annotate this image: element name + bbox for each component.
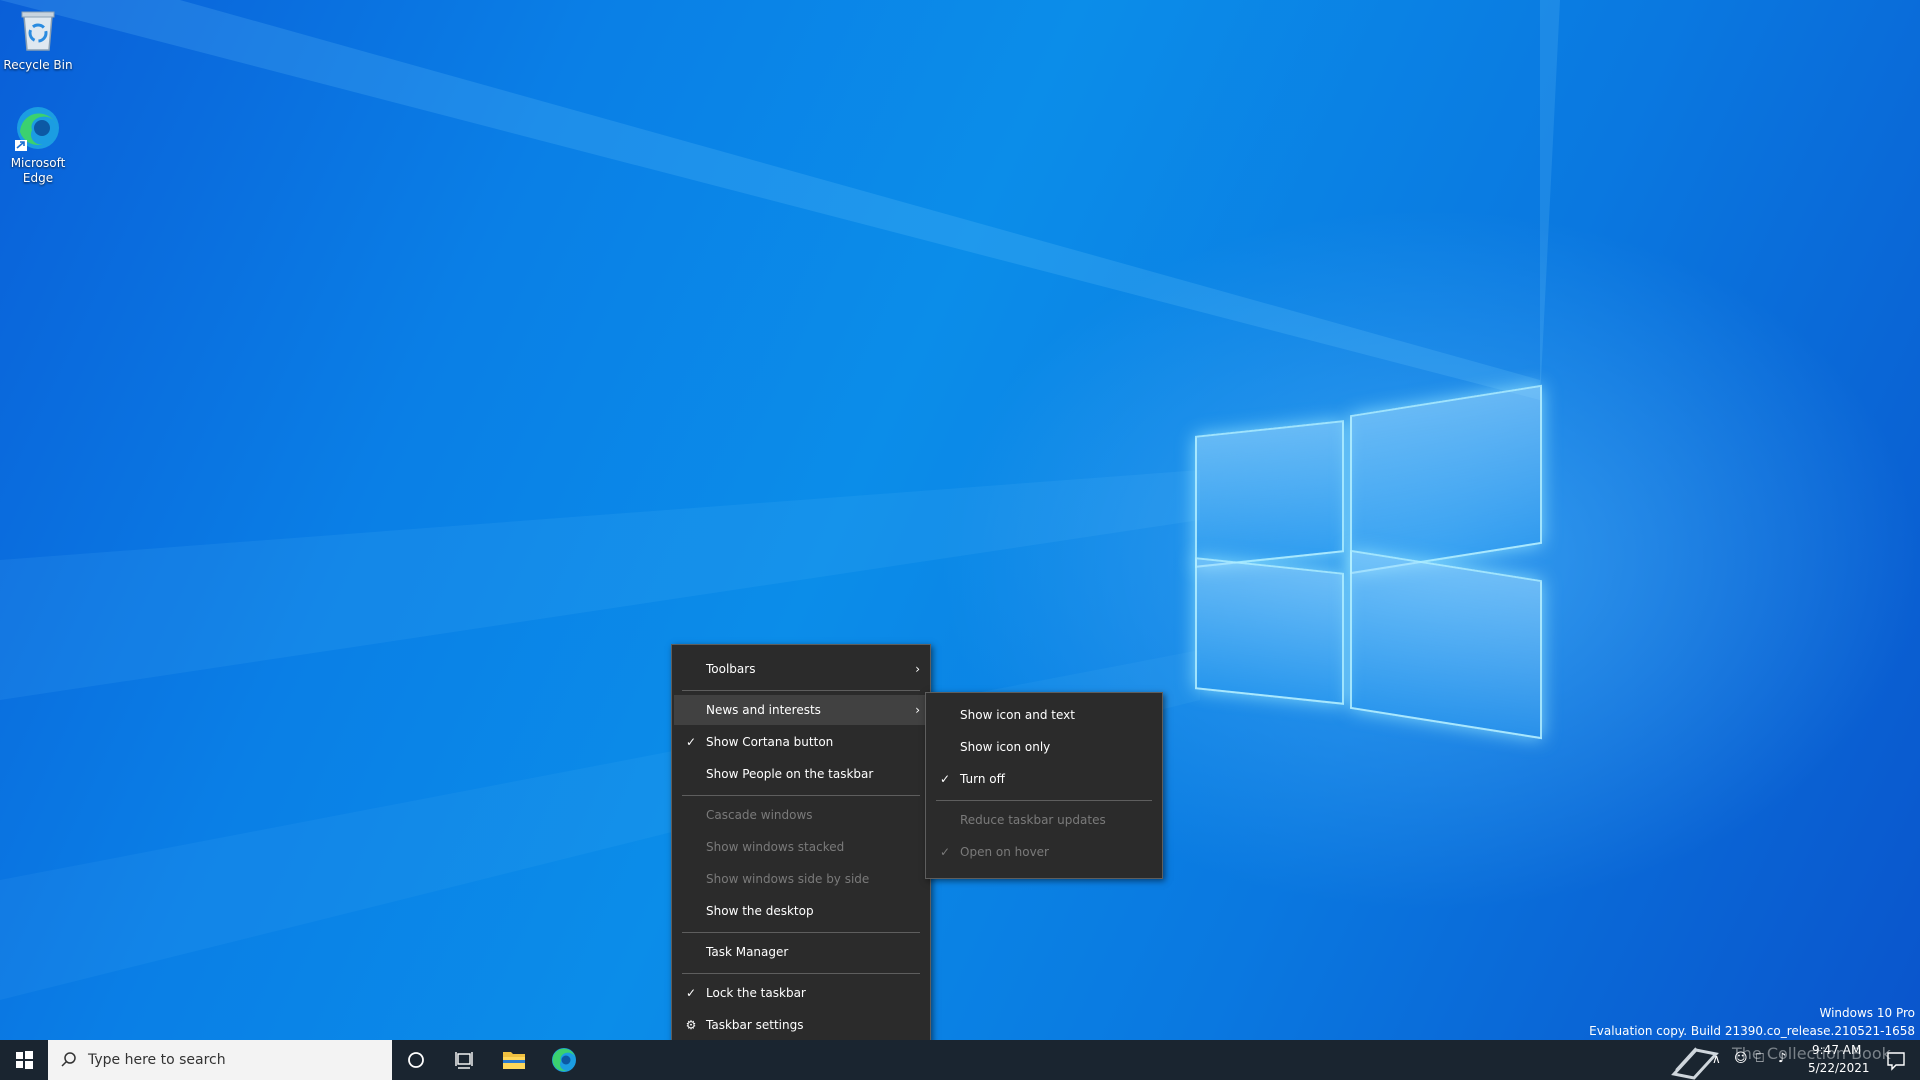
- menu-separator: [682, 795, 920, 796]
- menu-item-label: News and interests: [706, 703, 821, 717]
- checkmark-icon: ✓: [939, 772, 951, 786]
- menu-separator: [936, 800, 1152, 801]
- news-and-interests-submenu: Show icon and text Show icon only ✓ Turn…: [925, 692, 1163, 879]
- menu-item-taskbar-settings[interactable]: ⚙ Taskbar settings: [674, 1010, 928, 1040]
- file-explorer-button[interactable]: [490, 1040, 538, 1080]
- menu-item-label: Show windows side by side: [706, 872, 870, 886]
- action-center-button[interactable]: [1876, 1040, 1916, 1080]
- menu-item-label: Lock the taskbar: [706, 986, 806, 1000]
- search-placeholder: Type here to search: [88, 1052, 226, 1068]
- submenu-item-open-on-hover: ✓ Open on hover: [928, 837, 1160, 867]
- folder-icon: [503, 1052, 525, 1069]
- show-hidden-icons-button[interactable]: ∧: [1712, 1052, 1726, 1068]
- task-view-icon: [455, 1052, 473, 1069]
- menu-item-label: Show Cortana button: [706, 735, 834, 749]
- submenu-item-show-icon-only[interactable]: Show icon only: [928, 732, 1160, 762]
- clock-time: 9:47 AM: [1812, 1043, 1862, 1057]
- people-icon[interactable]: ☺: [1734, 1051, 1752, 1069]
- edition-watermark: Windows 10 Pro: [1819, 1006, 1915, 1020]
- checkmark-icon: ✓: [685, 986, 697, 1000]
- taskbar: Type here to search The Collection Book …: [0, 1040, 1920, 1080]
- windows-logo-pane-top-right: [1350, 384, 1542, 575]
- start-button[interactable]: [0, 1040, 48, 1080]
- network-icon[interactable]: ⎕: [1756, 1051, 1774, 1069]
- menu-item-label: Task Manager: [706, 945, 789, 959]
- notification-icon: [1887, 1052, 1905, 1071]
- menu-item-lock-the-taskbar[interactable]: ✓ Lock the taskbar: [674, 978, 928, 1008]
- menu-item-show-cortana-button[interactable]: ✓ Show Cortana button: [674, 727, 928, 757]
- menu-item-label: Show People on the taskbar: [706, 767, 874, 781]
- task-view-button[interactable]: [440, 1040, 488, 1080]
- menu-item-label: Show icon and text: [960, 708, 1075, 722]
- menu-item-cascade-windows: Cascade windows: [674, 800, 928, 830]
- windows-logo-pane-top-left: [1195, 420, 1344, 568]
- checkmark-icon: ✓: [685, 735, 697, 749]
- checkmark-icon: ✓: [939, 845, 951, 859]
- menu-item-label: Turn off: [960, 772, 1005, 786]
- edge-taskbar-button[interactable]: [540, 1040, 588, 1080]
- microsoft-edge-label: Microsoft Edge: [10, 156, 66, 185]
- menu-item-show-windows-side-by-side: Show windows side by side: [674, 864, 928, 894]
- menu-separator: [682, 973, 920, 974]
- cortana-circle-icon: [408, 1052, 424, 1068]
- search-input[interactable]: Type here to search: [48, 1040, 392, 1080]
- menu-item-label: Taskbar settings: [706, 1018, 804, 1032]
- menu-item-label: Show icon only: [960, 740, 1051, 754]
- menu-separator: [682, 932, 920, 933]
- microsoft-edge-shortcut[interactable]: Microsoft Edge: [0, 104, 76, 186]
- chevron-right-icon: ›: [915, 662, 920, 676]
- taskbar-context-menu: Toolbars › News and interests › ✓ Show C…: [671, 644, 931, 1040]
- gear-icon: ⚙: [685, 1018, 697, 1032]
- recycle-bin-icon: [14, 6, 62, 54]
- clock-date: 5/22/2021: [1808, 1061, 1870, 1075]
- chevron-right-icon: ›: [915, 703, 920, 717]
- windows-start-icon: [16, 1051, 33, 1069]
- menu-separator: [682, 690, 920, 691]
- cortana-button[interactable]: [392, 1040, 440, 1080]
- menu-item-label: Show the desktop: [706, 904, 814, 918]
- windows-logo-pane-bottom-left: [1195, 557, 1344, 705]
- submenu-item-reduce-taskbar-updates: Reduce taskbar updates: [928, 805, 1160, 835]
- recycle-bin-shortcut[interactable]: Recycle Bin: [0, 6, 76, 72]
- menu-item-show-people[interactable]: Show People on the taskbar: [674, 759, 928, 789]
- menu-item-label: Reduce taskbar updates: [960, 813, 1106, 827]
- menu-item-task-manager[interactable]: Task Manager: [674, 937, 928, 967]
- menu-item-news-and-interests[interactable]: News and interests ›: [674, 695, 928, 725]
- menu-item-show-windows-stacked: Show windows stacked: [674, 832, 928, 862]
- desktop-background: Recycle Bin Microsoft Edge Windows 10 Pr…: [0, 0, 1920, 1040]
- menu-item-show-the-desktop[interactable]: Show the desktop: [674, 896, 928, 926]
- submenu-item-turn-off[interactable]: ✓ Turn off: [928, 764, 1160, 794]
- volume-icon[interactable]: ♪: [1778, 1051, 1796, 1069]
- search-icon: [61, 1052, 76, 1067]
- recycle-bin-label: Recycle Bin: [3, 58, 73, 72]
- submenu-item-show-icon-and-text[interactable]: Show icon and text: [928, 700, 1160, 730]
- menu-item-label: Show windows stacked: [706, 840, 845, 854]
- edge-icon: [14, 104, 62, 152]
- menu-item-label: Cascade windows: [706, 808, 813, 822]
- edge-icon: [552, 1048, 576, 1072]
- build-watermark: Evaluation copy. Build 21390.co_release.…: [1589, 1024, 1915, 1038]
- menu-item-label: Toolbars: [706, 662, 756, 676]
- light-beams: [0, 0, 1560, 1000]
- clock[interactable]: 9:47 AM 5/22/2021: [1800, 1040, 1870, 1080]
- menu-item-label: Open on hover: [960, 845, 1049, 859]
- menu-item-toolbars[interactable]: Toolbars ›: [674, 654, 928, 684]
- windows-logo-pane-bottom-right: [1350, 549, 1542, 740]
